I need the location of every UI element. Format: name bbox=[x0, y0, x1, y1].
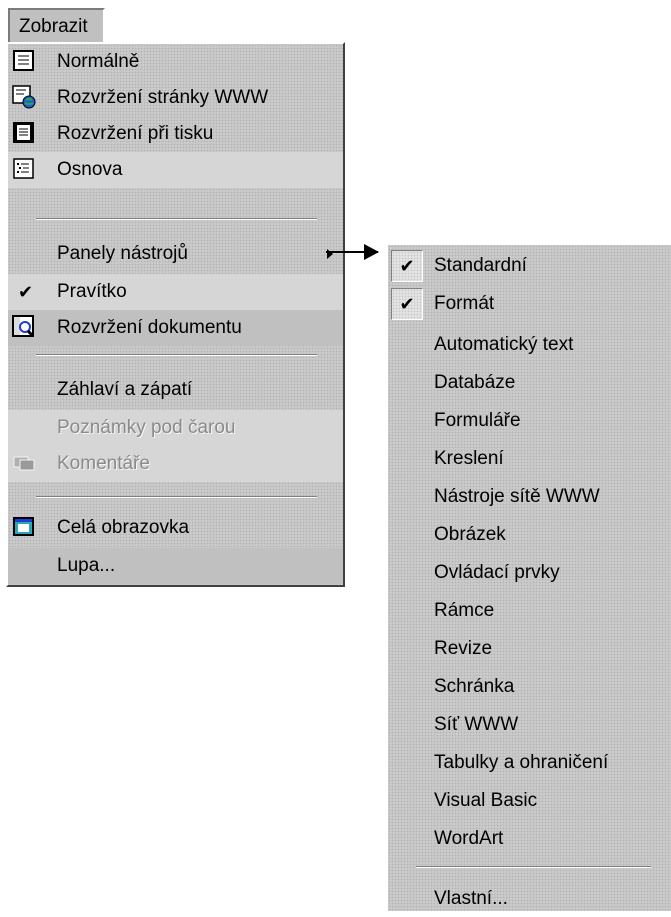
submenu-item-visual-basic[interactable]: Visual Basic bbox=[388, 783, 671, 819]
menu-item-toolbars[interactable]: Panely nástrojů bbox=[8, 236, 343, 272]
menu-separator bbox=[36, 218, 317, 220]
menu-item-normal[interactable]: Normálně bbox=[8, 44, 343, 80]
web-layout-icon bbox=[12, 85, 36, 109]
menu-item-label: Záhlaví a zápatí bbox=[57, 379, 193, 400]
menu-separator bbox=[36, 496, 317, 498]
full-screen-icon bbox=[12, 515, 36, 539]
menu-zobrazit[interactable]: Zobrazit bbox=[8, 8, 105, 42]
submenu-item-control-toolbox[interactable]: Ovládací prvky bbox=[388, 555, 671, 591]
submenu-item-standard[interactable]: ✔ Standardní bbox=[388, 247, 671, 285]
submenu-item-label: Revize bbox=[434, 638, 493, 659]
arrow-right-icon bbox=[364, 244, 379, 260]
submenu-item-web[interactable]: Síť WWW bbox=[388, 707, 671, 743]
submenu-item-wordart[interactable]: WordArt bbox=[388, 821, 671, 857]
menu-separator bbox=[36, 354, 317, 356]
menu-item-label: Panely nástrojů bbox=[57, 243, 188, 264]
menu-item-label: Pravítko bbox=[57, 281, 127, 302]
menu-item-label: Lupa... bbox=[57, 555, 116, 576]
submenu-item-label: Schránka bbox=[434, 676, 515, 697]
submenu-item-forms[interactable]: Formuláře bbox=[388, 403, 671, 439]
submenu-item-label: Automatický text bbox=[434, 334, 574, 355]
document-map-icon bbox=[12, 315, 36, 339]
submenu-item-label: Vlastní... bbox=[434, 888, 508, 909]
menu-item-label: Poznámky pod čarou bbox=[57, 417, 236, 438]
menu-item-document-map[interactable]: Rozvržení dokumentu bbox=[8, 310, 343, 346]
submenu-item-label: WordArt bbox=[434, 828, 504, 849]
menu-item-web-layout[interactable]: Rozvržení stránky WWW bbox=[8, 80, 343, 116]
checkmark-icon: ✔ bbox=[18, 282, 34, 302]
submenu-item-drawing[interactable]: Kreslení bbox=[388, 441, 671, 477]
menu-item-label: Normálně bbox=[57, 51, 140, 72]
submenu-item-label: Obrázek bbox=[434, 524, 506, 545]
view-menu: Normálně Rozvržení stránky WWW Rozvržení… bbox=[6, 42, 345, 587]
submenu-item-clipboard[interactable]: Schránka bbox=[388, 669, 671, 705]
menu-item-label: Osnova bbox=[57, 159, 123, 180]
submenu-item-frames[interactable]: Rámce bbox=[388, 593, 671, 629]
outline-icon bbox=[12, 157, 36, 181]
menu-item-label: Rozvržení stránky WWW bbox=[57, 87, 269, 108]
menu-item-label: Celá obrazovka bbox=[57, 517, 190, 538]
toolbars-submenu: ✔ Standardní ✔ Formát Automatický text D… bbox=[386, 243, 671, 911]
menu-item-ruler[interactable]: ✔ Pravítko bbox=[8, 274, 343, 310]
submenu-item-picture[interactable]: Obrázek bbox=[388, 517, 671, 553]
submenu-item-label: Rámce bbox=[434, 600, 495, 621]
submenu-item-label: Nástroje sítě WWW bbox=[434, 486, 600, 507]
submenu-item-label: Visual Basic bbox=[434, 790, 538, 811]
submenu-item-label: Formuláře bbox=[434, 410, 521, 431]
menu-item-footnotes[interactable]: Poznámky pod čarou bbox=[8, 410, 343, 446]
submenu-item-customize[interactable]: Vlastní... bbox=[388, 881, 671, 917]
submenu-item-label: Databáze bbox=[434, 372, 516, 393]
submenu-item-web-tools[interactable]: Nástroje sítě WWW bbox=[388, 479, 671, 515]
submenu-item-label: Formát bbox=[434, 293, 495, 314]
submenu-item-label: Síť WWW bbox=[434, 714, 519, 735]
menu-item-label: Rozvržení při tisku bbox=[57, 123, 214, 144]
menu-item-label: Komentáře bbox=[57, 453, 150, 474]
menu-item-outline[interactable]: Osnova bbox=[8, 152, 343, 188]
submenu-item-label: Ovládací prvky bbox=[434, 562, 560, 583]
submenu-item-database[interactable]: Databáze bbox=[388, 365, 671, 401]
submenu-item-reviewing[interactable]: Revize bbox=[388, 631, 671, 667]
checkmark-icon: ✔ bbox=[391, 250, 423, 282]
menu-item-zoom[interactable]: Lupa... bbox=[8, 548, 343, 584]
submenu-item-label: Standardní bbox=[434, 255, 527, 276]
menu-item-label: Rozvržení dokumentu bbox=[57, 317, 242, 338]
print-layout-icon bbox=[12, 121, 36, 145]
checkmark-icon: ✔ bbox=[391, 288, 423, 320]
menu-separator bbox=[416, 866, 651, 868]
menu-zobrazit-label: Zobrazit bbox=[19, 16, 88, 37]
submenu-item-label: Tabulky a ohraničení bbox=[434, 752, 609, 773]
menu-item-print-layout[interactable]: Rozvržení při tisku bbox=[8, 116, 343, 152]
menu-item-comments[interactable]: Komentáře bbox=[8, 446, 343, 482]
menu-item-header-footer[interactable]: Záhlaví a zápatí bbox=[8, 372, 343, 408]
submenu-item-tables-borders[interactable]: Tabulky a ohraničení bbox=[388, 745, 671, 781]
submenu-item-format[interactable]: ✔ Formát bbox=[388, 285, 671, 323]
normal-view-icon bbox=[12, 49, 36, 73]
submenu-item-autotext[interactable]: Automatický text bbox=[388, 327, 671, 363]
submenu-item-label: Kreslení bbox=[434, 448, 504, 469]
menu-item-full-screen[interactable]: Celá obrazovka bbox=[8, 510, 343, 546]
comments-icon bbox=[12, 451, 36, 475]
